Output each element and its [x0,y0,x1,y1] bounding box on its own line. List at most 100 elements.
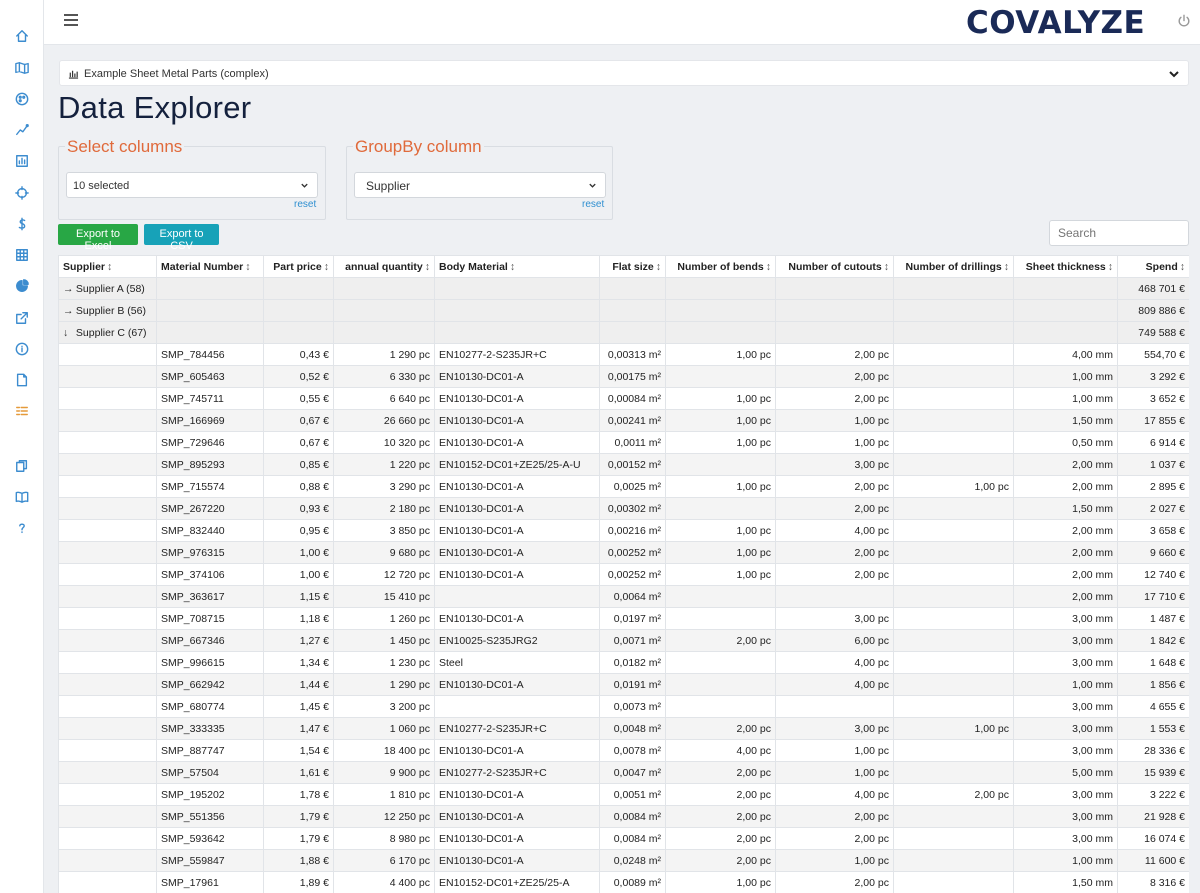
table-cell: SMP_729646 [156,431,264,454]
sort-icon[interactable]: ↕ [510,261,515,273]
table-cell [263,321,334,344]
arrow-right-icon[interactable]: → [63,283,74,295]
sort-icon[interactable]: ↕ [766,261,771,273]
table-cell: 1,78 € [263,783,334,806]
group-row[interactable]: ↓ Supplier C (67) 749 588 € [58,321,1189,344]
book-icon[interactable] [12,487,32,507]
table-row[interactable]: SMP_57504 1,61 €9 900 pc EN10277-2-S235JR+… [58,761,1189,784]
groupby-select[interactable]: Supplier [354,172,606,198]
table-cell: 1,18 € [263,607,334,630]
export-excel-button[interactable]: Export to Excel [58,224,138,252]
table-row[interactable]: SMP_784456 0,43 €1 290 pc EN10277-2-S235JR… [58,343,1189,366]
crosshair-icon[interactable] [12,183,32,203]
table-cell: 0,0051 m² [599,783,666,806]
search-input[interactable] [1049,220,1189,246]
group-row[interactable]: → Supplier A (58) 468 701 € [58,277,1189,300]
table-row[interactable]: SMP_17961 1,89 €4 400 pc EN10152-DC01+ZE25… [58,871,1189,893]
table-row[interactable]: SMP_195202 1,78 €1 810 pc EN10130-DC01-A 0,… [58,783,1189,806]
report-icon[interactable] [12,151,32,171]
column-header[interactable]: Spend ↕ [1117,255,1189,278]
table-row[interactable]: SMP_593642 1,79 €8 980 pc EN10130-DC01-A 0,… [58,827,1189,850]
table-row[interactable]: SMP_708715 1,18 €1 260 pc EN10130-DC01-A 0,… [58,607,1189,630]
table-row[interactable]: SMP_559847 1,88 €6 170 pc EN10130-DC01-A 0,… [58,849,1189,872]
info-icon[interactable] [12,339,32,359]
home-icon[interactable] [12,26,32,46]
table-row[interactable]: SMP_667346 1,27 €1 450 pc EN10025-S235JRG2… [58,629,1189,652]
select-columns-dropdown[interactable]: 10 selected [66,172,318,198]
sort-icon[interactable]: ↕ [1108,261,1113,273]
table-row[interactable]: SMP_333335 1,47 €1 060 pc EN10277-2-S235JR… [58,717,1189,740]
table-row[interactable]: SMP_374106 1,00 €12 720 pc EN10130-DC01-A 0… [58,563,1189,586]
table-cell: SMP_17961 [156,871,264,893]
table-cell: 17 855 € [1117,409,1189,432]
arrow-right-icon[interactable]: → [63,305,74,317]
table-row[interactable]: SMP_895293 0,85 €1 220 pc EN10152-DC01+ZE2… [58,453,1189,476]
column-header[interactable]: Number of cutouts ↕ [775,255,894,278]
table-row[interactable]: SMP_745711 0,55 €6 640 pc EN10130-DC01-A 0,… [58,387,1189,410]
table-cell [893,805,1014,828]
sort-icon[interactable]: ↕ [245,261,250,273]
table-row[interactable]: SMP_267220 0,93 €2 180 pc EN10130-DC01-A 0,… [58,497,1189,520]
table-row[interactable]: SMP_605463 0,52 €6 330 pc EN10130-DC01-A 0,… [58,365,1189,388]
dollar-icon[interactable] [12,214,32,234]
arrow-down-icon[interactable]: ↓ [63,327,73,339]
pie-chart-icon[interactable] [12,276,32,296]
table-row[interactable]: SMP_887747 1,54 €18 400 pc EN10130-DC01-A 0… [58,739,1189,762]
table-row[interactable]: SMP_832440 0,95 €3 850 pc EN10130-DC01-A 0,… [58,519,1189,542]
table-cell [58,431,157,454]
column-header[interactable]: Flat size ↕ [599,255,666,278]
table-row[interactable]: SMP_166969 0,67 €26 660 pc EN10130-DC01-A 0… [58,409,1189,432]
map-icon[interactable] [12,58,32,78]
group-row[interactable]: → Supplier B (56) 809 886 € [58,299,1189,322]
table-cell: 1 220 pc [333,453,435,476]
export-csv-button[interactable]: Export to CSV [144,224,219,252]
select-columns-reset-link[interactable]: reset [294,199,316,210]
table-cell [58,343,157,366]
table-cell: 18 400 pc [333,739,435,762]
chart-line-icon[interactable] [12,120,32,140]
table-row[interactable]: SMP_551356 1,79 €12 250 pc EN10130-DC01-A 0… [58,805,1189,828]
sort-icon[interactable]: ↕ [1180,261,1185,273]
table-row[interactable]: SMP_976315 1,00 €9 680 pc EN10130-DC01-A 0,… [58,541,1189,564]
column-header[interactable]: Body Material ↕ [434,255,600,278]
table-row[interactable]: SMP_715574 0,88 €3 290 pc EN10130-DC01-A 0,… [58,475,1189,498]
table-cell [893,607,1014,630]
column-header[interactable]: Number of drillings ↕ [893,255,1014,278]
table-row[interactable]: SMP_996615 1,34 €1 230 pc Steel 0,0182 m² 4,… [58,651,1189,674]
help-icon[interactable] [12,518,32,538]
hamburger-menu-icon[interactable] [64,14,78,28]
table-row[interactable]: SMP_662942 1,44 €1 290 pc EN10130-DC01-A 0,… [58,673,1189,696]
column-header[interactable]: Supplier ↕ [58,255,157,278]
list-icon[interactable] [12,401,32,421]
table-cell: 2,00 pc [665,849,776,872]
grid-icon[interactable] [12,245,32,265]
sort-icon[interactable]: ↕ [884,261,889,273]
sort-icon[interactable]: ↕ [324,261,329,273]
sort-icon[interactable]: ↕ [425,261,430,273]
chevron-down-icon[interactable] [1168,68,1180,80]
groupby-reset-link[interactable]: reset [582,199,604,210]
table-cell: 1 037 € [1117,453,1189,476]
copy-icon[interactable] [12,456,32,476]
sort-icon[interactable]: ↕ [656,261,661,273]
table-row[interactable]: SMP_680774 1,45 €3 200 pc 0,0073 m² 3,00 mm… [58,695,1189,718]
dataset-selector[interactable]: Example Sheet Metal Parts (complex) [59,60,1189,86]
column-header[interactable]: Part price ↕ [263,255,334,278]
table-cell [893,563,1014,586]
power-icon[interactable] [1177,14,1193,30]
table-row[interactable]: SMP_729646 0,67 €10 320 pc EN10130-DC01-A 0… [58,431,1189,454]
table-row[interactable]: SMP_363617 1,15 €15 410 pc 0,0064 m² 2,00 m… [58,585,1189,608]
column-header[interactable]: Number of bends ↕ [665,255,776,278]
column-header[interactable]: Material Number ↕ [156,255,264,278]
external-link-icon[interactable] [12,308,32,328]
table-cell: 0,0084 m² [599,805,666,828]
document-icon[interactable] [12,370,32,390]
sort-icon[interactable]: ↕ [1004,261,1009,273]
sort-icon[interactable]: ↕ [107,261,112,273]
table-cell: SMP_363617 [156,585,264,608]
column-header[interactable]: annual quantity ↕ [333,255,435,278]
table-cell: 4 400 pc [333,871,435,893]
column-header[interactable]: Sheet thickness ↕ [1013,255,1118,278]
table-cell: 16 074 € [1117,827,1189,850]
palette-icon[interactable] [12,89,32,109]
